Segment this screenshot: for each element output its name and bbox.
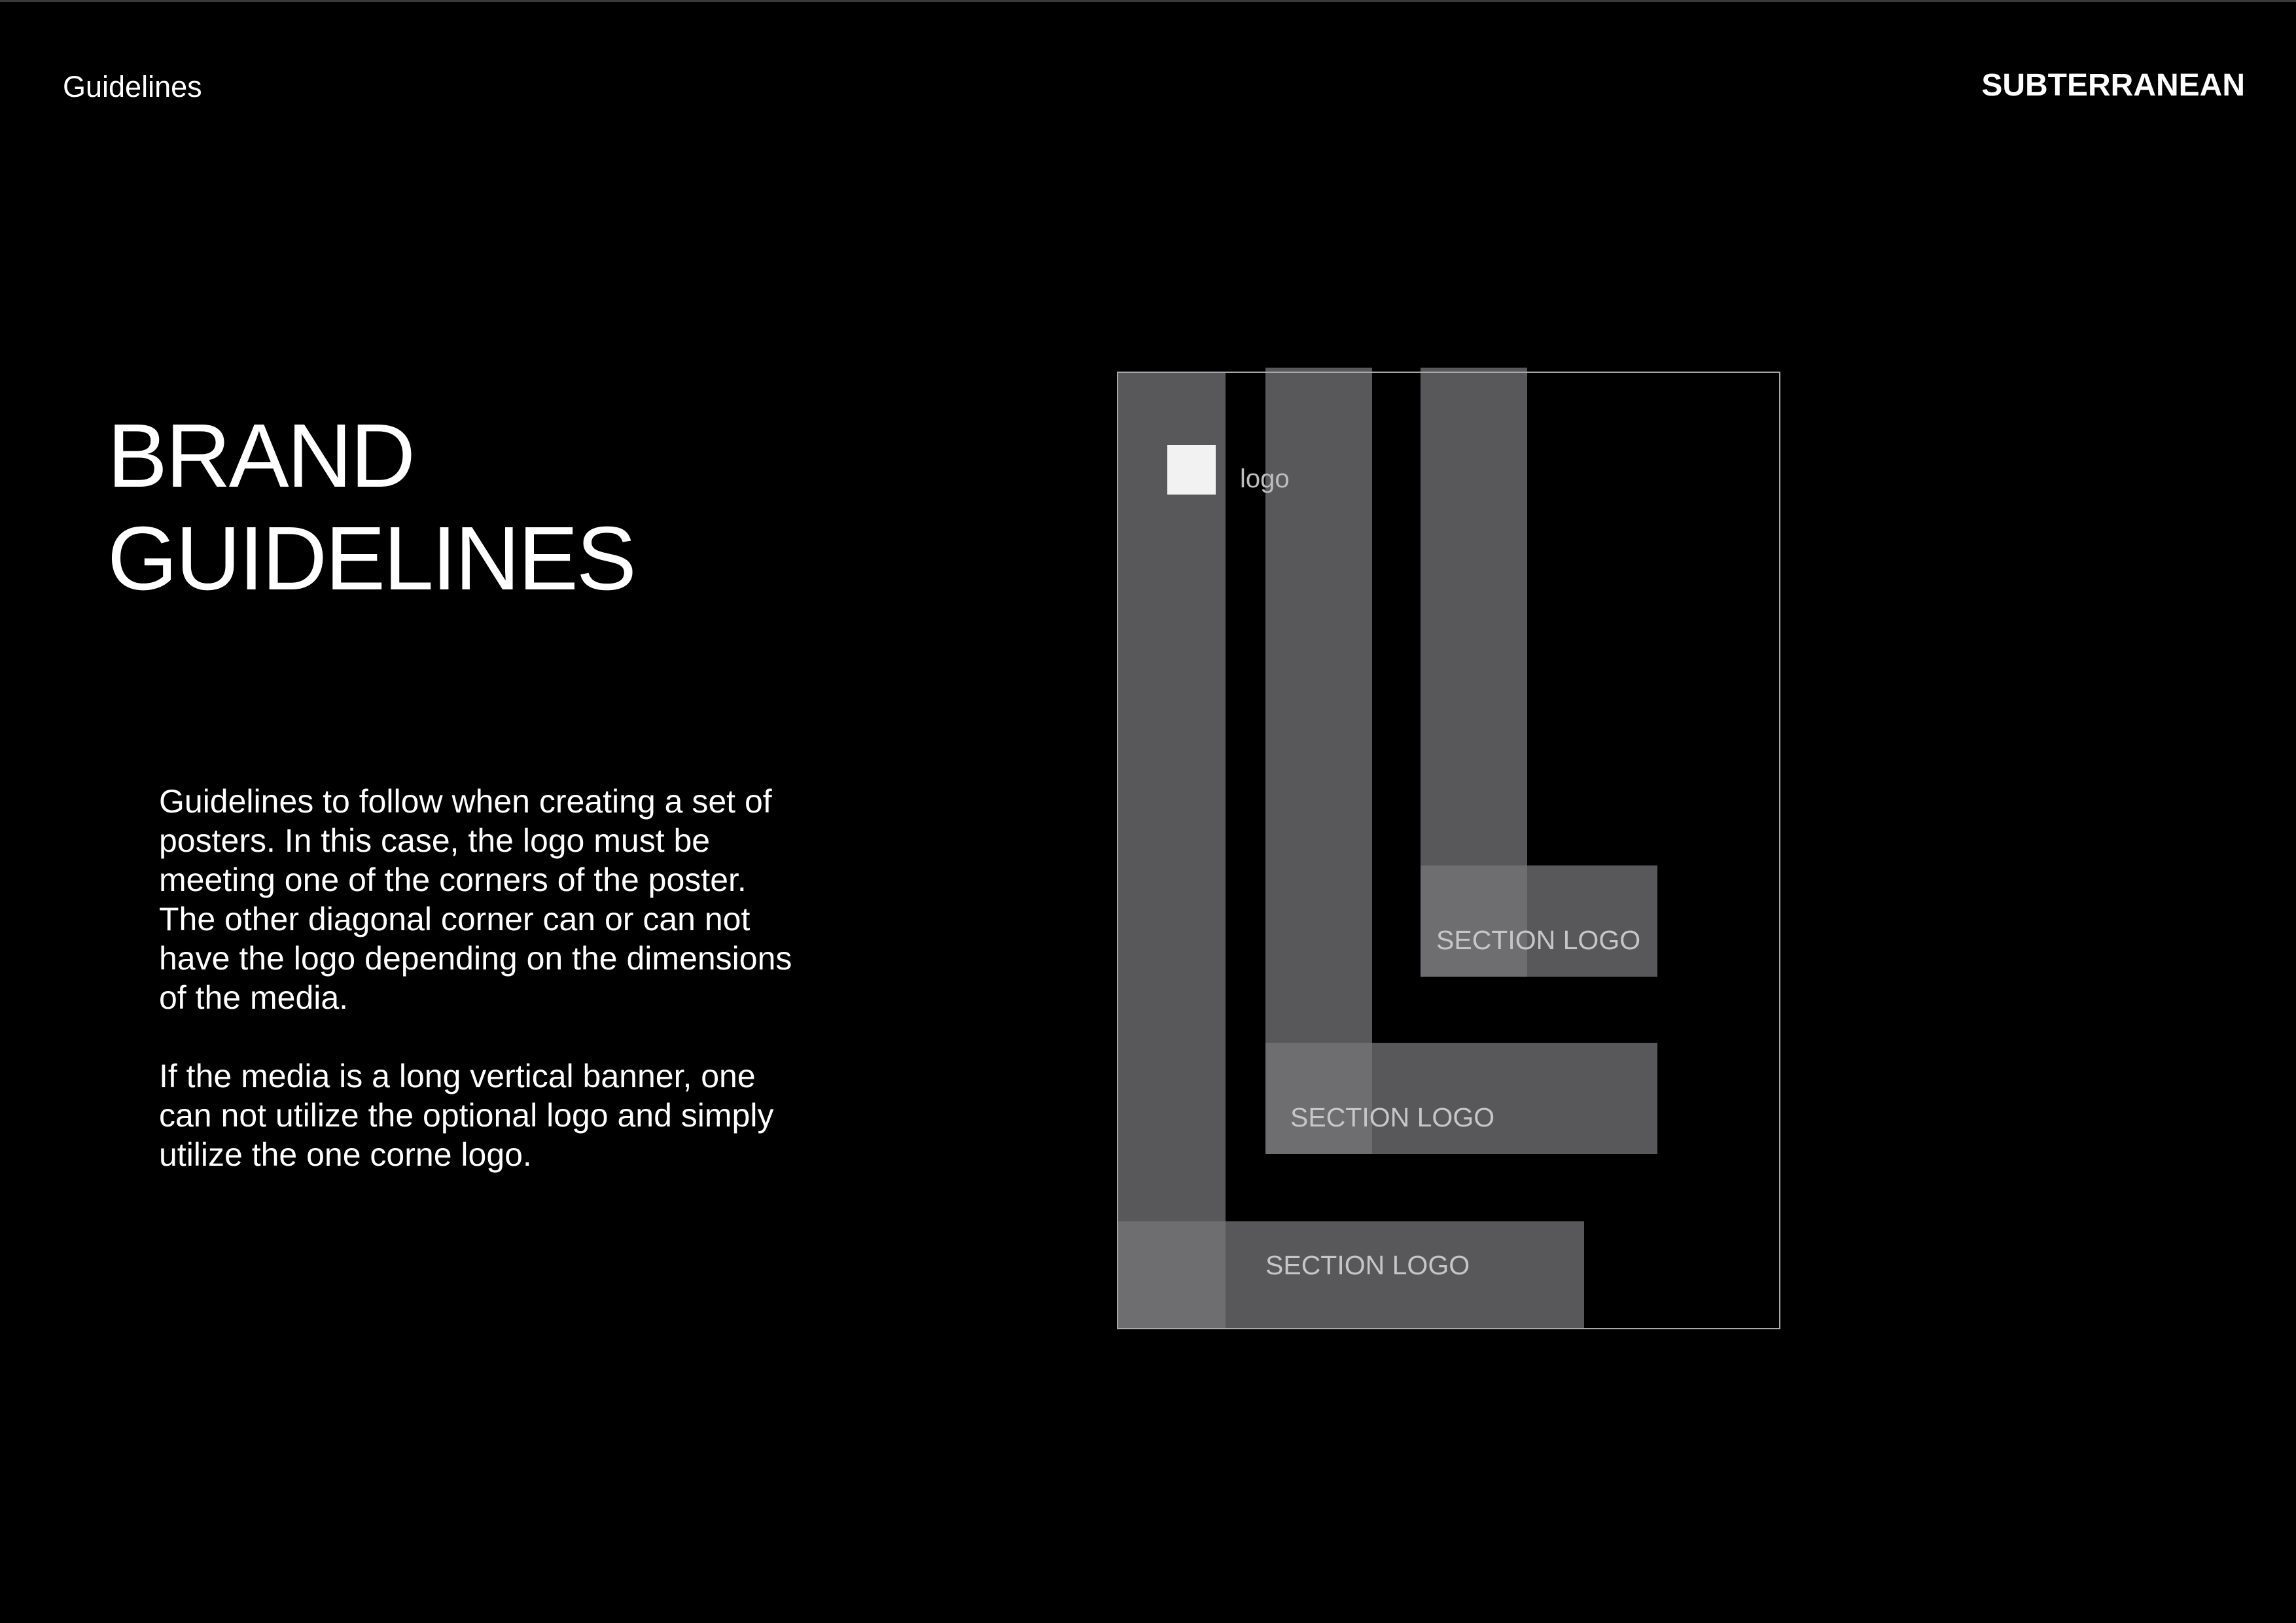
guidelines-page: Guidelines SUBTERRANEAN BRAND GUIDELINES… [0, 0, 2296, 1623]
page-top-rule [0, 0, 2296, 2]
paragraph-line: posters. In this case, the logo must be [159, 822, 711, 859]
paragraph-line: of the media. [159, 979, 349, 1016]
section-logo-label-bottom: SECTION LOGO [1265, 1250, 1470, 1280]
poster-frame [1117, 372, 1780, 1329]
section-logo-block-bottom [1117, 1221, 1584, 1329]
section-logo-block-middle [1265, 1043, 1657, 1154]
vertical-bar-left [1117, 372, 1226, 1329]
paragraph-line: have the logo depending on the dimension… [159, 940, 792, 977]
logo-label: logo [1240, 464, 1290, 493]
logo-mark [1167, 445, 1216, 495]
title-line: GUIDELINES [107, 508, 637, 609]
body-text: Guidelines to follow when creating a set… [159, 782, 792, 1174]
paragraph-line: If the media is a long vertical banner, … [159, 1058, 756, 1094]
section-logo-label-middle: SECTION LOGO [1290, 1102, 1495, 1132]
title-line: BRAND [107, 406, 415, 506]
page-title: BRAND GUIDELINES [107, 405, 637, 610]
paragraph-line: Guidelines to follow when creating a set… [159, 783, 772, 820]
section-label: Guidelines [63, 70, 202, 103]
section-logo-block-top [1421, 865, 1657, 977]
vertical-bar-middle [1265, 368, 1372, 1154]
vertical-bar-right [1421, 368, 1527, 977]
section-logo-label-top: SECTION LOGO [1436, 925, 1641, 955]
paragraph: Guidelines to follow when creating a set… [159, 782, 792, 1017]
brand-name: SUBTERRANEAN [1981, 68, 2245, 103]
paragraph-line: can not utilize the optional logo and si… [159, 1097, 774, 1134]
paragraph-line: meeting one of the corners of the poster… [159, 862, 747, 898]
paragraph-line: The other diagonal corner can or can not [159, 901, 751, 937]
paragraph: If the media is a long vertical banner, … [159, 1056, 792, 1174]
paragraph-line: utilize the one corne logo. [159, 1136, 532, 1173]
